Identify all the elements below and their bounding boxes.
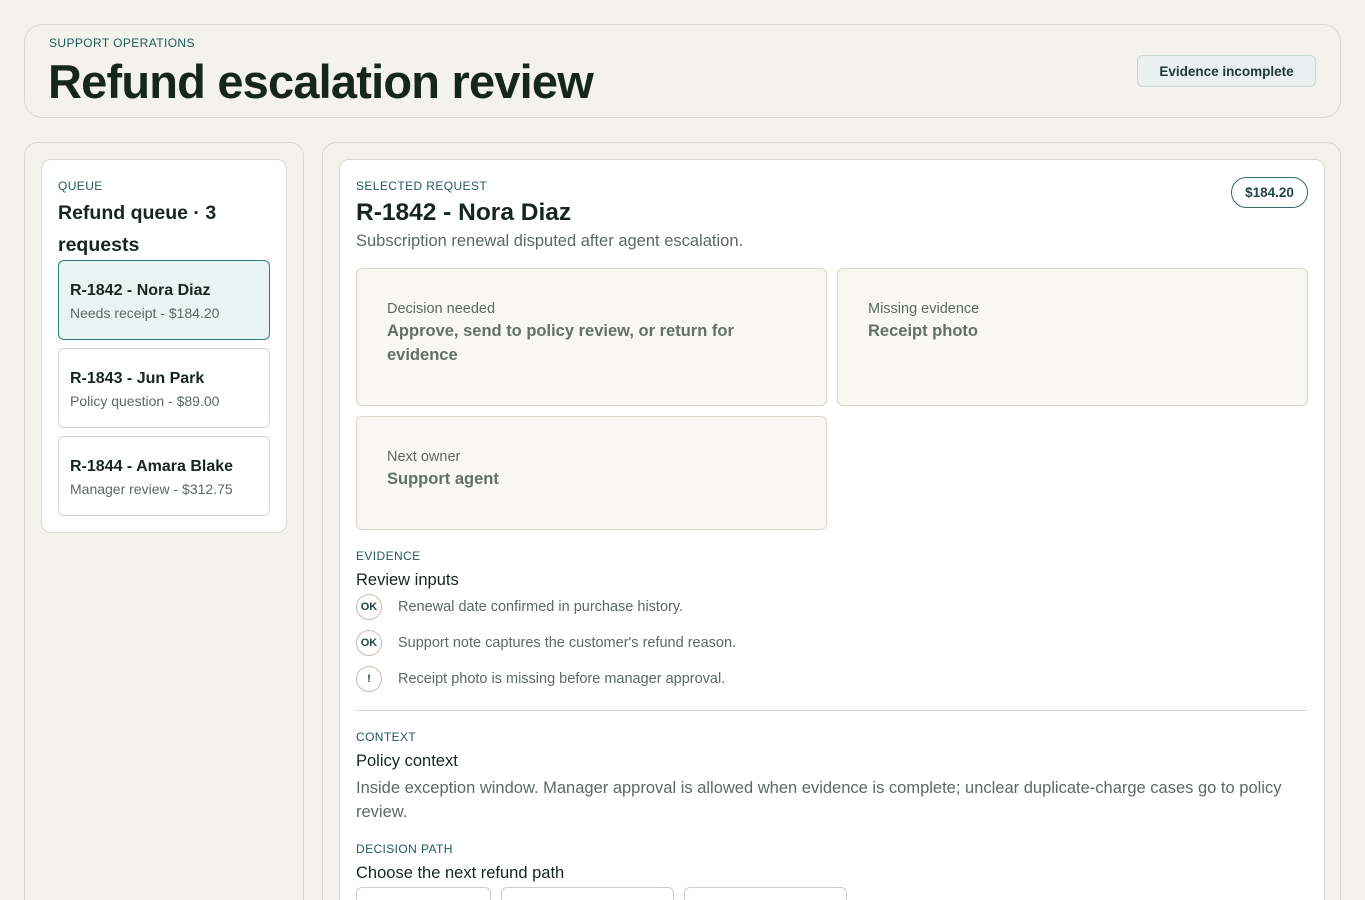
evidence-item: OK Support note captures the customer's … xyxy=(356,630,736,656)
queue-title: Refund queue · 3 requests xyxy=(58,202,217,256)
policy-context-text: Inside exception window. Manager approva… xyxy=(356,779,1282,821)
page-header: SUPPORT OPERATIONS Refund escalation rev… xyxy=(24,24,1341,118)
queue-card: QUEUE Refund queue · 3 requests R-1842 -… xyxy=(41,159,287,533)
amount-badge: $184.20 xyxy=(1231,177,1308,208)
evidence-item: ! Receipt photo is missing before manage… xyxy=(356,666,725,692)
queue-item-r1843[interactable]: R-1843 - Jun Park Policy question - $89.… xyxy=(58,348,270,428)
decision-path-title: Choose the next refund path xyxy=(356,864,565,882)
queue-item-subtitle: Manager review - $312.75 xyxy=(70,481,233,497)
box-value: Approve, send to policy review, or retur… xyxy=(387,322,734,364)
decision-path-option-1[interactable] xyxy=(356,887,491,900)
box-label: Next owner xyxy=(387,449,461,465)
warning-badge-icon: ! xyxy=(356,666,382,692)
page-title: Refund escalation review xyxy=(48,55,594,108)
detail-card: SELECTED REQUEST R-1842 - Nora Diaz Subs… xyxy=(339,159,1325,900)
queue-item-subtitle: Needs receipt - $184.20 xyxy=(70,305,220,321)
queue-item-r1844[interactable]: R-1844 - Amara Blake Manager review - $3… xyxy=(58,436,270,516)
missing-evidence-box: Missing evidence Receipt photo xyxy=(837,268,1308,406)
context-eyebrow: CONTEXT xyxy=(356,730,417,744)
decision-path-option-3[interactable] xyxy=(684,887,847,900)
queue-item-title: R-1844 - Amara Blake xyxy=(70,458,234,475)
evidence-item: OK Renewal date confirmed in purchase hi… xyxy=(356,594,683,620)
evidence-text: Support note captures the customer's ref… xyxy=(398,635,737,651)
queue-panel: QUEUE Refund queue · 3 requests R-1842 -… xyxy=(24,142,304,900)
ok-badge-icon: OK xyxy=(356,630,382,656)
detail-eyebrow: SELECTED REQUEST xyxy=(356,179,488,193)
decision-path-option-2[interactable] xyxy=(501,887,674,900)
detail-panel: SELECTED REQUEST R-1842 - Nora Diaz Subs… xyxy=(322,142,1341,900)
request-subtitle: Subscription renewal disputed after agen… xyxy=(356,232,744,250)
evidence-title: Review inputs xyxy=(356,571,459,589)
queue-item-subtitle: Policy question - $89.00 xyxy=(70,393,220,409)
queue-item-title: R-1843 - Jun Park xyxy=(70,370,205,387)
decision-path-eyebrow: DECISION PATH xyxy=(356,842,453,856)
box-label: Decision needed xyxy=(387,301,496,317)
queue-eyebrow: QUEUE xyxy=(58,179,103,193)
ok-badge-icon: OK xyxy=(356,594,382,620)
request-title: R-1842 - Nora Diaz xyxy=(356,199,572,226)
context-title: Policy context xyxy=(356,752,458,770)
evidence-text: Renewal date confirmed in purchase histo… xyxy=(398,599,684,615)
queue-item-title: R-1842 - Nora Diaz xyxy=(70,282,211,299)
box-value: Support agent xyxy=(387,470,499,488)
evidence-text: Receipt photo is missing before manager … xyxy=(398,671,726,687)
queue-item-r1842[interactable]: R-1842 - Nora Diaz Needs receipt - $184.… xyxy=(58,260,270,340)
box-value: Receipt photo xyxy=(868,322,978,340)
status-badge: Evidence incomplete xyxy=(1137,55,1316,87)
section-divider xyxy=(356,710,1307,711)
decision-needed-box: Decision needed Approve, send to policy … xyxy=(356,268,827,406)
next-owner-box: Next owner Support agent xyxy=(356,416,827,530)
header-eyebrow: SUPPORT OPERATIONS xyxy=(49,36,195,50)
box-label: Missing evidence xyxy=(868,301,980,317)
evidence-eyebrow: EVIDENCE xyxy=(356,549,421,563)
